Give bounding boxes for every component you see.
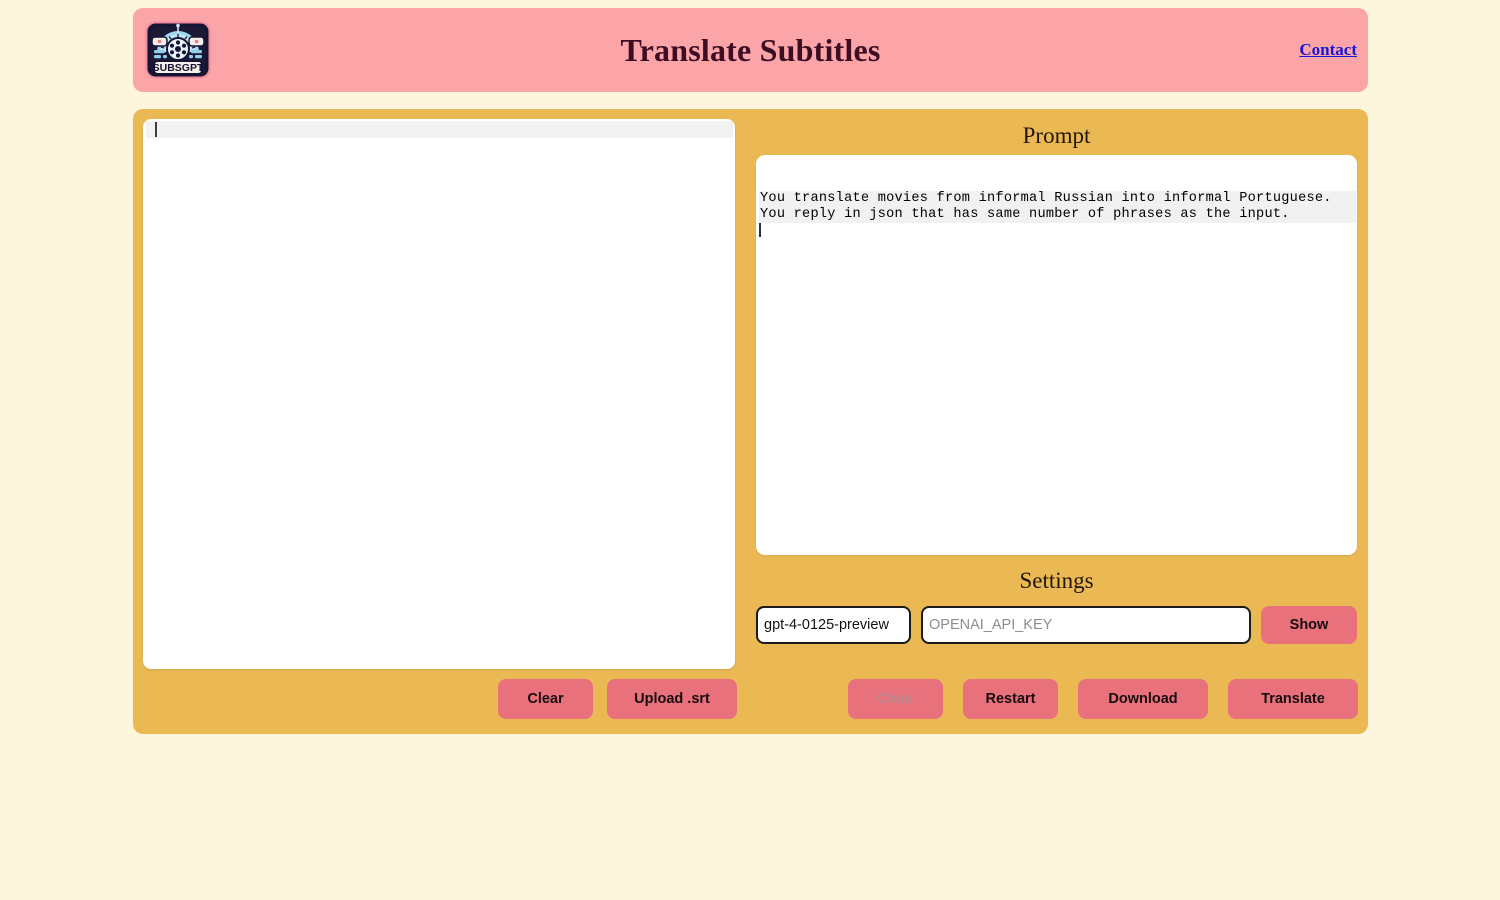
translate-button[interactable]: Translate bbox=[1228, 679, 1358, 719]
api-key-input[interactable]: OPENAI_API_KEY bbox=[921, 605, 1251, 644]
prompt-settings-column: Prompt You translate movies from informa… bbox=[745, 109, 1368, 734]
settings-heading: Settings bbox=[1019, 568, 1094, 594]
prompt-textarea[interactable]: You translate movies from informal Russi… bbox=[756, 155, 1357, 556]
api-key-placeholder: OPENAI_API_KEY bbox=[929, 616, 1053, 633]
action-bar: Clear Upload .srt Clear Restart Download… bbox=[133, 679, 1368, 719]
prompt-text-content: You translate movies from informal Russi… bbox=[759, 158, 1356, 258]
model-input-value: gpt-4-0125-preview bbox=[764, 616, 889, 633]
prompt-line-1: You translate movies from informal Russi… bbox=[759, 190, 1356, 208]
subsgpt-logo[interactable]: SUBSGPT bbox=[145, 20, 211, 80]
left-actions: Clear Upload .srt bbox=[143, 679, 738, 719]
restart-button[interactable]: Restart bbox=[963, 679, 1058, 719]
clear-subtitles-button[interactable]: Clear bbox=[498, 679, 593, 719]
text-caret bbox=[155, 122, 157, 137]
prompt-line-2: You reply in json that has same number o… bbox=[759, 207, 1356, 224]
prompt-heading: Prompt bbox=[1022, 123, 1091, 148]
prompt-caret bbox=[759, 223, 761, 238]
film-reel-badge-icon: SUBSGPT bbox=[145, 21, 211, 79]
download-button[interactable]: Download bbox=[1078, 679, 1208, 719]
right-actions: Clear Restart Download Translate bbox=[738, 679, 1358, 719]
app-container: SUBSGPT Translate Subtitles Contact Prom… bbox=[133, 8, 1368, 734]
show-api-key-button[interactable]: Show bbox=[1261, 605, 1357, 644]
contact-link[interactable]: Contact bbox=[1299, 40, 1357, 60]
subtitle-column bbox=[133, 109, 745, 734]
model-input[interactable]: gpt-4-0125-preview bbox=[756, 605, 911, 644]
editor-active-line bbox=[146, 121, 733, 138]
subtitle-input-editor[interactable] bbox=[143, 119, 735, 669]
app-header: SUBSGPT Translate Subtitles Contact bbox=[133, 8, 1368, 92]
page-title: Translate Subtitles bbox=[620, 31, 881, 68]
upload-srt-button[interactable]: Upload .srt bbox=[607, 679, 737, 719]
settings-row: gpt-4-0125-preview OPENAI_API_KEY Show bbox=[756, 605, 1357, 644]
main-panel: Prompt You translate movies from informa… bbox=[133, 109, 1368, 734]
logo-wordmark: SUBSGPT bbox=[153, 62, 204, 74]
clear-output-button[interactable]: Clear bbox=[848, 679, 943, 719]
